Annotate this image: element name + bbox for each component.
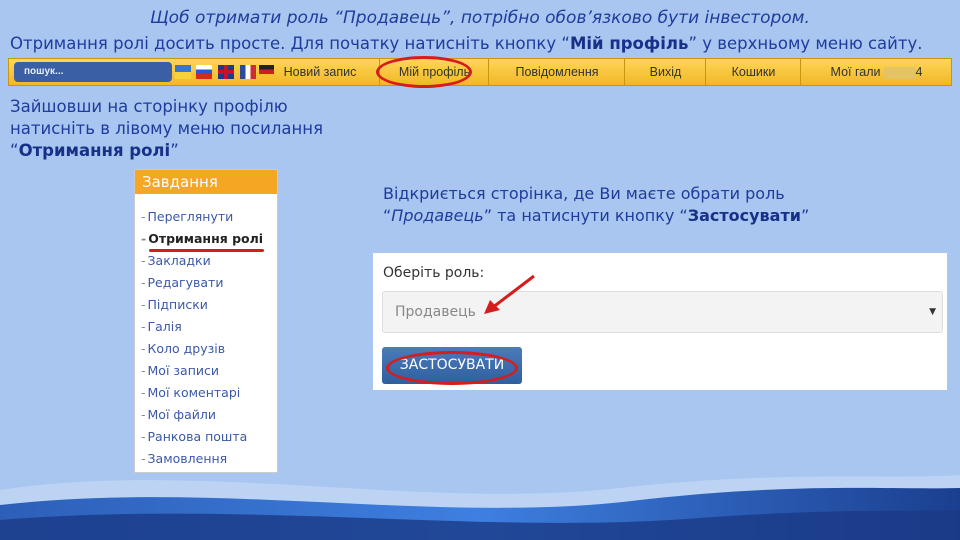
menu-my-galleries-label: Мої гали (830, 65, 881, 79)
tasks-list: - Переглянути - Отримання ролі - Закладки -… (135, 194, 277, 470)
menu-my-galleries[interactable]: Мої гали 4 (800, 59, 952, 85)
right-line-2-italic: Продавець (391, 206, 484, 225)
red-arrow-icon (484, 274, 535, 314)
left-line-3-bold: Отримання ролі (18, 141, 171, 160)
tasks-item-bookmarks[interactable]: - Закладки (141, 250, 277, 272)
tasks-item-galia[interactable]: - Галія (141, 316, 277, 338)
role-select-label: Оберіть роль: (383, 265, 485, 281)
left-line-2: натисніть в лівому меню посилання (10, 119, 323, 138)
tasks-item-get-role[interactable]: - Отримання ролі (141, 228, 277, 250)
tasks-menu: Завдання - Переглянути - Отримання ролі -З… (134, 169, 278, 473)
highlight-oval-profile (376, 56, 472, 88)
flag-uk-icon[interactable] (218, 65, 234, 79)
right-line-2: “Продавець” та натиснути кнопку “Застосу… (383, 206, 810, 225)
right-line-2-bold: Застосувати (687, 206, 801, 225)
right-line-1: Відкриється сторінка, де Ви маєте обрати… (383, 184, 785, 203)
flag-ru-icon[interactable] (196, 65, 212, 79)
left-instructions: Зайшовши на сторінку профілю натисніть в… (10, 96, 323, 162)
menu-exit[interactable]: Вихід (624, 59, 706, 85)
right-instructions: Відкриється сторінка, де Ви маєте обрати… (383, 183, 809, 227)
subline-pre: Отримання ролі досить просте. Для початк… (10, 34, 570, 53)
tasks-header: Завдання (135, 170, 277, 194)
tasks-item-edit[interactable]: - Редагувати (141, 272, 277, 294)
tasks-item-my-comments[interactable]: - Мої коментарі (141, 382, 277, 404)
blurred-region (883, 66, 916, 79)
menu-messages[interactable]: Повідомлення (488, 59, 625, 85)
tasks-item-friends[interactable]: - Коло друзів (141, 338, 277, 360)
top-menu-bar: пошук... Новий запис Мій профіль Повідом… (8, 58, 952, 86)
subline-bold: Мій профіль (569, 34, 689, 53)
left-line-3: “Отримання ролі” (10, 140, 323, 162)
flag-ua-icon[interactable] (175, 65, 191, 79)
tasks-item-view[interactable]: - Переглянути (141, 206, 277, 228)
tasks-item-subscriptions[interactable]: - Підписки (141, 294, 277, 316)
headline-text: Щоб отримати роль “Продавець”, потрібно … (150, 8, 810, 28)
role-select-value: Продавець (395, 304, 476, 320)
role-select[interactable]: Продавець ▼ (382, 291, 943, 333)
menu-new-post[interactable]: Новий запис (261, 59, 379, 85)
left-line-3-post: ” (170, 141, 179, 160)
chevron-down-icon: ▼ (929, 307, 936, 317)
tasks-item-morning-mail[interactable]: - Ранкова пошта (141, 426, 277, 448)
subline-text: Отримання ролі досить просте. Для початк… (10, 34, 922, 53)
menu-my-galleries-count: 4 (915, 65, 923, 79)
subline-post: ” у верхньому меню сайту. (688, 34, 923, 53)
highlight-oval-apply (386, 351, 518, 385)
highlight-underline-get-role (149, 249, 264, 252)
decorative-wave (0, 475, 960, 540)
search-input[interactable]: пошук... (14, 62, 172, 82)
tasks-item-my-posts[interactable]: - Мої записи (141, 360, 277, 382)
left-line-1: Зайшовши на сторінку профілю (10, 97, 288, 116)
menu-baskets[interactable]: Кошики (705, 59, 801, 85)
left-line-3-pre: “ (10, 141, 19, 160)
flag-fr-icon[interactable] (240, 65, 256, 79)
tasks-item-my-files[interactable]: - Мої файли (141, 404, 277, 426)
